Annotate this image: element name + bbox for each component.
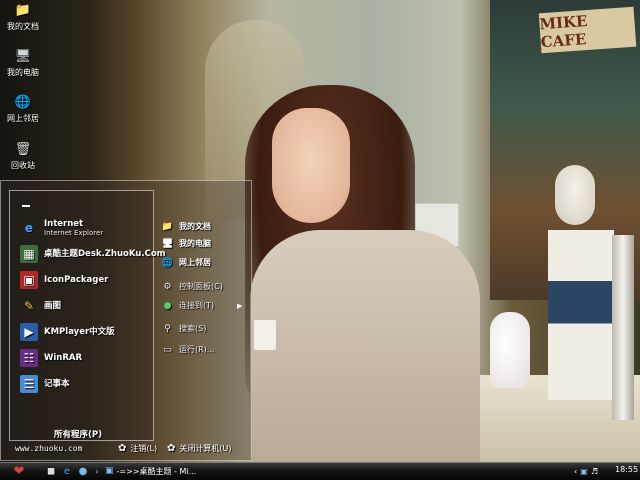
documents-icon: 📁	[161, 221, 174, 232]
logoff-icon: ✿	[118, 443, 127, 454]
place-label: 我的文档	[179, 222, 211, 231]
desktop-icon-my-documents[interactable]: 📁 我的文档	[0, 3, 46, 32]
taskbar: ❤ ◼ e ● › ▣ -=>>桌酷主题 - Mi... ‹ ▣ ♬ 18:55	[0, 462, 640, 480]
desktop-icon-my-computer[interactable]: 🖥 我的电脑	[0, 49, 46, 78]
place-my-computer[interactable]: 🖥 我的电脑	[161, 235, 211, 252]
program-sublabel: Internet Explorer	[44, 229, 104, 237]
network-icon: 🌐	[161, 257, 174, 268]
paint-icon: ✎	[23, 299, 35, 313]
show-desktop-icon[interactable]: ◼	[44, 464, 58, 478]
wallpaper-face	[272, 108, 350, 223]
start-menu: e Internet Internet Explorer ▦ 桌酷主题Desk.…	[0, 180, 252, 461]
volume-icon[interactable]: ♬	[591, 467, 598, 476]
program-paint[interactable]: ✎ 画图	[20, 294, 61, 318]
shutdown-button[interactable]: ✿ 关闭计算机(U)	[167, 443, 232, 454]
program-theme[interactable]: ▦ 桌酷主题Desk.ZhuoKu.Com	[20, 242, 166, 266]
all-programs-button[interactable]: 所有程序(P)	[54, 428, 102, 440]
program-label: WinRAR	[44, 353, 83, 363]
heart-start-icon: ❤	[13, 464, 25, 479]
taskbar-window-button[interactable]: ▣ -=>>桌酷主题 - Mi...	[105, 464, 201, 478]
desktop-icon-recycle-bin[interactable]: 🗑 回收站	[0, 142, 46, 171]
site-url: www.zhuoku.com	[15, 444, 83, 453]
program-label: KMPlayer中文版	[44, 327, 115, 337]
start-button[interactable]: ❤	[4, 463, 34, 480]
place-label: 运行(R)...	[179, 345, 215, 354]
program-label: Internet	[44, 219, 84, 229]
program-label: 画图	[44, 301, 62, 311]
place-label: 控制面板(C)	[179, 282, 223, 291]
program-label: IconPackager	[44, 275, 109, 285]
desktop-icon-label: 网上邻居	[7, 114, 39, 123]
media-quicklaunch-icon[interactable]: ●	[76, 464, 90, 478]
place-control-panel[interactable]: ⚙ 控制面板(C)	[161, 278, 223, 295]
program-kmplayer[interactable]: ▶ KMPlayer中文版	[20, 320, 115, 344]
program-label: 记事本	[44, 379, 70, 389]
program-notepad[interactable]: ☰ 记事本	[20, 372, 70, 396]
place-label: 网上邻居	[179, 258, 211, 267]
system-tray: ‹ ▣ ♬	[574, 464, 601, 478]
program-iconpackager[interactable]: ▣ IconPackager	[20, 268, 108, 292]
program-internet-explorer[interactable]: e Internet Internet Explorer	[20, 216, 103, 240]
network-icon: 🌐	[14, 95, 32, 110]
wallpaper-lighthouse	[548, 230, 614, 400]
theme-icon: ▦	[20, 245, 38, 263]
place-network[interactable]: 🌐 网上邻居	[161, 254, 211, 271]
place-label: 我的电脑	[179, 239, 211, 248]
program-winrar[interactable]: ☷ WinRAR	[20, 346, 82, 370]
desktop-icon-label: 我的电脑	[7, 68, 39, 77]
clock[interactable]: 18:55	[615, 465, 638, 474]
wallpaper-sweater	[250, 230, 480, 462]
wallpaper-cafe-sign: MIKE CAFE	[538, 6, 637, 54]
window-icon: ▣	[105, 466, 114, 476]
shutdown-label: 关闭计算机(U)	[179, 444, 232, 453]
documents-folder-icon: 📁	[14, 3, 32, 18]
search-icon: ⚲	[164, 323, 171, 334]
place-search[interactable]: ⚲ 搜索(S)	[161, 320, 206, 337]
tray-app-icon[interactable]: ▣	[580, 467, 588, 476]
place-run[interactable]: ▭ 运行(R)...	[161, 341, 214, 358]
tray-chevron-icon[interactable]: ‹	[574, 467, 577, 476]
notepad-icon: ☰	[20, 375, 38, 393]
internet-explorer-icon: e	[24, 221, 34, 235]
logoff-label: 注销(L)	[130, 444, 158, 453]
place-label: 搜索(S)	[179, 324, 207, 333]
place-connect-to[interactable]: ● 连接到(T)	[161, 297, 215, 314]
recycle-bin-icon: 🗑	[14, 142, 32, 157]
internet-explorer-quicklaunch-icon[interactable]: e	[60, 464, 74, 478]
shutdown-icon: ✿	[167, 443, 176, 454]
place-my-documents[interactable]: 📁 我的文档	[161, 218, 211, 235]
place-label: 连接到(T)	[179, 301, 215, 310]
quicklaunch-chevron-icon[interactable]: ›	[90, 464, 104, 478]
winrar-icon: ☷	[20, 349, 38, 367]
desktop-icon-label: 我的文档	[7, 22, 39, 31]
run-icon: ▭	[163, 344, 172, 355]
computer-icon: 🖥	[14, 49, 32, 64]
user-picture-placeholder	[22, 205, 30, 207]
taskbar-window-label: -=>>桌酷主题 - Mi...	[116, 466, 197, 476]
wallpaper-vase	[490, 312, 530, 388]
logoff-button[interactable]: ✿ 注销(L)	[118, 443, 157, 454]
submenu-arrow-icon: ▶	[237, 302, 243, 310]
wallpaper-seagull	[555, 165, 595, 225]
program-label: 桌酷主题Desk.ZhuoKu.Com	[44, 249, 166, 259]
desktop-icon-network[interactable]: 🌐 网上邻居	[0, 95, 46, 124]
desktop-icon-label: 回收站	[11, 161, 35, 170]
wallpaper-cup	[254, 320, 276, 350]
start-menu-footer: www.zhuoku.com ✿ 注销(L) ✿ 关闭计算机(U)	[1, 441, 251, 460]
wallpaper-candlestick	[612, 235, 634, 420]
kmplayer-icon: ▶	[20, 323, 38, 341]
start-menu-programs-pane: e Internet Internet Explorer ▦ 桌酷主题Desk.…	[9, 190, 166, 441]
control-panel-icon: ⚙	[163, 281, 172, 292]
computer-icon: 🖥	[161, 238, 174, 249]
connect-icon: ●	[163, 300, 172, 311]
iconpackager-icon: ▣	[20, 271, 38, 289]
